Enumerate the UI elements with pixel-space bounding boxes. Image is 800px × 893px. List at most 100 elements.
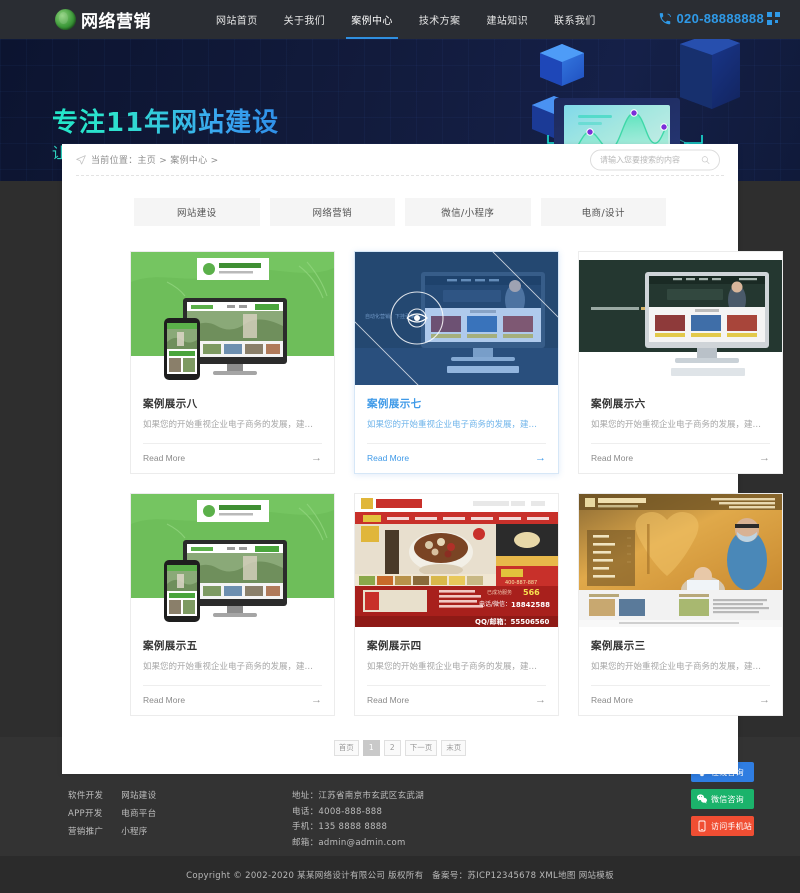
- content-panel: 当前位置：主页 > 案例中心 > 网站建设 网络营销 微信/小程序 电商/设计: [62, 144, 783, 774]
- copyright-text: Copyright © 2002-2020 某某网络设计有限公司 版权所有 备案…: [186, 870, 614, 881]
- search-box[interactable]: [590, 149, 720, 170]
- nav-item-about[interactable]: 关于我们: [271, 0, 339, 39]
- footer-link-ecommerce-platform[interactable]: 电商平台: [121, 807, 156, 819]
- mobile-site-label: 访问手机站: [711, 821, 752, 831]
- svg-text:QQ/邮箱：55506560: QQ/邮箱：55506560: [475, 617, 550, 626]
- case-card[interactable]: 案例展示八 如果您的开始重视企业电子商务的发展，建… Read More →: [130, 251, 335, 474]
- read-more-link[interactable]: Read More: [367, 695, 409, 705]
- case-desc: 如果您的开始重视企业电子商务的发展，建…: [367, 420, 538, 430]
- case-card[interactable]: 案例展示六 如果您的开始重视企业电子商务的发展，建… Read More →: [578, 251, 783, 474]
- case-thumbnail[interactable]: 自动化营销，下挂引擎 · 品: [355, 252, 558, 385]
- svg-text:400-887-887: 400-887-887: [505, 580, 537, 586]
- footer-telephone: 电话：4008-888-888: [292, 806, 383, 817]
- case-desc: 如果您的开始重视企业电子商务的发展，建…: [591, 420, 762, 430]
- pagination-page-2[interactable]: 2: [383, 739, 401, 756]
- case-card[interactable]: 400-887-887 已成功服务 566 电话/微信： 18842588 QQ…: [354, 492, 559, 716]
- logo-text: 网络营销: [81, 12, 151, 32]
- green-village-site-thumb: [131, 252, 334, 385]
- search-input[interactable]: [600, 155, 701, 164]
- wechat-consult-button[interactable]: 微信咨询: [691, 789, 754, 809]
- case-card[interactable]: 案例展示三 如果您的开始重视企业电子商务的发展，建… Read More →: [578, 492, 783, 716]
- nav-item-home[interactable]: 网站首页: [203, 0, 271, 39]
- case-thumbnail[interactable]: [131, 252, 334, 385]
- nav-item-knowledge[interactable]: 建站知识: [473, 0, 541, 39]
- footer-link-app-dev[interactable]: APP开发: [68, 807, 103, 819]
- green-village-site-thumb: [131, 493, 334, 627]
- wechat-consult-label: 微信咨询: [711, 794, 744, 804]
- footer-link-website-build[interactable]: 网站建设: [121, 789, 156, 801]
- case-card-body: 案例展示三 如果您的开始重视企业电子商务的发展，建…: [579, 627, 782, 674]
- pagination-next[interactable]: 下一页: [404, 739, 438, 756]
- category-website[interactable]: 网站建设: [134, 198, 260, 226]
- arrow-right-icon: →: [535, 452, 546, 465]
- footer-link-software-dev[interactable]: 软件开发: [68, 789, 103, 801]
- breadcrumb-row: 当前位置：主页 > 案例中心 >: [76, 144, 724, 176]
- read-more-link[interactable]: Read More: [143, 453, 185, 463]
- case-thumbnail[interactable]: [579, 493, 782, 627]
- case-thumbnail[interactable]: [579, 252, 782, 385]
- read-more-link[interactable]: Read More: [367, 453, 409, 463]
- category-marketing[interactable]: 网络营销: [269, 198, 395, 226]
- wechat-icon: [697, 794, 707, 804]
- category-filters: 网站建设 网络营销 微信/小程序 电商/设计: [62, 176, 738, 226]
- case-desc: 如果您的开始重视企业电子商务的发展，建…: [143, 661, 314, 672]
- case-card-footer[interactable]: Read More →: [591, 442, 770, 473]
- breadcrumb-text: 当前位置：主页 > 案例中心 >: [91, 156, 219, 166]
- main-nav: 网站首页 关于我们 案例中心 技术方案 建站知识 联系我们: [203, 0, 609, 39]
- darkgreen-imac-site-thumb: [579, 252, 782, 385]
- gold-dental-site-thumb: [579, 493, 782, 627]
- copyright-bar: Copyright © 2002-2020 某某网络设计有限公司 版权所有 备案…: [0, 856, 800, 893]
- case-card-footer[interactable]: Read More →: [143, 442, 322, 473]
- nav-item-cases[interactable]: 案例中心: [338, 0, 406, 39]
- footer-link-marketing-promo[interactable]: 营销推广: [68, 825, 103, 837]
- case-card-body: 案例展示七 如果您的开始重视企业电子商务的发展，建…: [355, 385, 558, 432]
- pagination: 首页 1 2 下一页 末页: [62, 739, 738, 756]
- case-card-footer[interactable]: Read More →: [143, 684, 322, 715]
- category-ecommerce-design[interactable]: 电商/设计: [540, 198, 666, 226]
- dark-imac-site-thumb: 自动化营销，下挂引擎 · 品: [355, 252, 558, 385]
- globe-tree-icon: [55, 9, 76, 30]
- search-icon[interactable]: [701, 154, 710, 165]
- case-title: 案例展示五: [143, 639, 198, 652]
- pagination-last[interactable]: 末页: [441, 739, 467, 756]
- case-card[interactable]: 案例展示五 如果您的开始重视企业电子商务的发展，建… Read More →: [130, 492, 335, 716]
- case-title: 案例展示七: [367, 398, 422, 410]
- case-card-body: 案例展示四 如果您的开始重视企业电子商务的发展，建…: [355, 627, 558, 674]
- footer-mobile: 手机：135 8888 8888: [292, 822, 388, 833]
- footer-address: 地址：江苏省南京市玄武区玄武湖: [292, 791, 425, 801]
- case-card-body: 案例展示五 如果您的开始重视企业电子商务的发展，建…: [131, 627, 334, 674]
- category-wechat-miniprogram[interactable]: 微信/小程序: [405, 198, 531, 226]
- qr-code-icon[interactable]: [767, 12, 780, 25]
- arrow-right-icon: →: [311, 452, 322, 465]
- case-title: 案例展示六: [591, 398, 646, 410]
- nav-item-contact[interactable]: 联系我们: [541, 0, 609, 39]
- case-card-footer[interactable]: Read More →: [367, 684, 546, 715]
- footer-email: 邮箱：admin@admin.com: [292, 838, 406, 849]
- read-more-link[interactable]: Read More: [591, 695, 633, 705]
- footer-link-list-a: 软件开发 APP开发 营销推广: [68, 789, 103, 837]
- site-logo[interactable]: 网络营销: [55, 7, 151, 32]
- arrow-right-icon: →: [759, 452, 770, 465]
- case-card-footer[interactable]: Read More →: [367, 442, 546, 473]
- nav-item-solutions[interactable]: 技术方案: [406, 0, 474, 39]
- case-desc: 如果您的开始重视企业电子商务的发展，建…: [367, 661, 538, 672]
- phone-number: 020-88888888: [676, 11, 764, 26]
- breadcrumb: 当前位置：主页 > 案例中心 >: [76, 153, 218, 166]
- banner-title: 专注11年网站建设: [52, 102, 279, 139]
- pagination-page-1[interactable]: 1: [362, 739, 380, 756]
- read-more-link[interactable]: Read More: [591, 453, 633, 463]
- footer-link-miniprogram[interactable]: 小程序: [121, 825, 156, 837]
- case-grid: 案例展示八 如果您的开始重视企业电子商务的发展，建… Read More → 自…: [62, 226, 783, 716]
- case-thumbnail[interactable]: 400-887-887 已成功服务 566 电话/微信： 18842588 QQ…: [355, 493, 558, 627]
- svg-text:566: 566: [523, 588, 540, 597]
- svg-text:18842588: 18842588: [511, 601, 550, 609]
- case-card-footer[interactable]: Read More →: [591, 684, 770, 715]
- mobile-site-button[interactable]: 访问手机站: [691, 816, 754, 836]
- read-more-link[interactable]: Read More: [143, 695, 185, 705]
- pagination-first[interactable]: 首页: [333, 739, 359, 756]
- footer-links-knowledge: 软件开发 APP开发 营销推广 网站建设 电商平台 小程序: [68, 789, 156, 837]
- case-thumbnail[interactable]: [131, 493, 334, 627]
- case-card[interactable]: 自动化营销，下挂引擎 · 品 案例展示七 如果您的开始重视企业电子商务的发展，建…: [354, 251, 559, 474]
- header-phone: 020-88888888: [658, 11, 780, 26]
- case-title: 案例展示八: [143, 398, 198, 410]
